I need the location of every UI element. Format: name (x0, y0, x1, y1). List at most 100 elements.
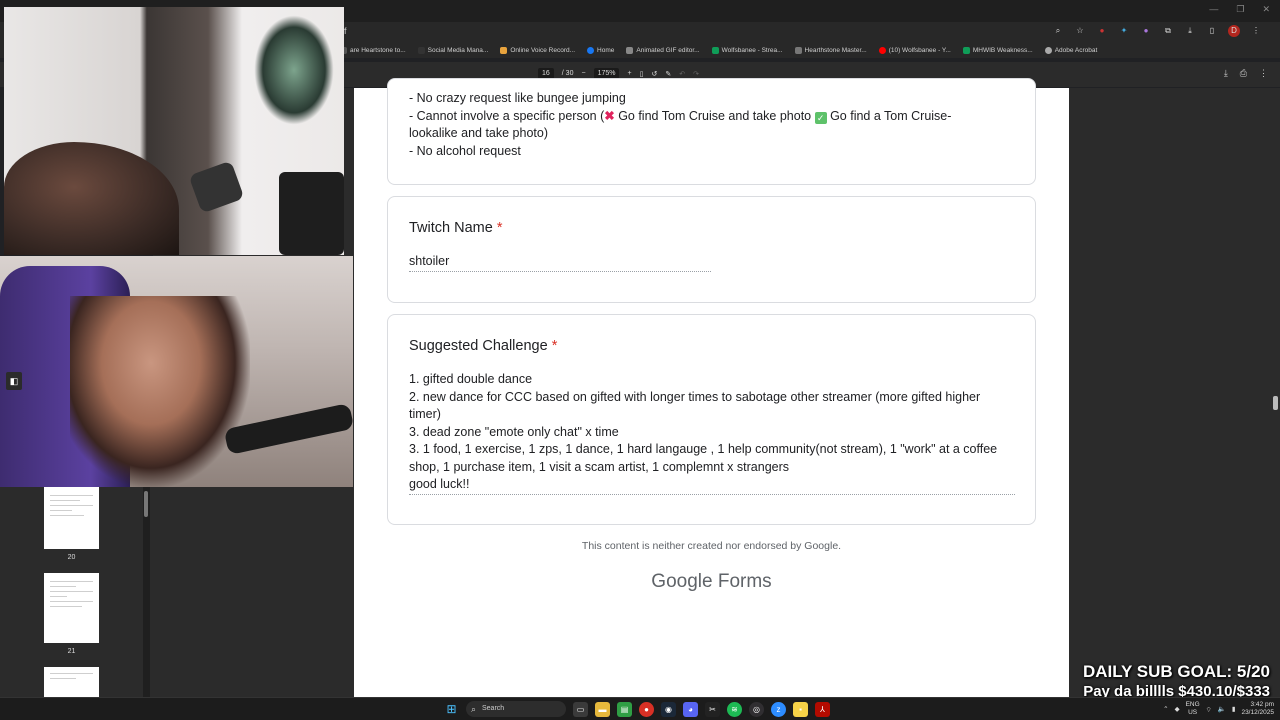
scrollbar-thumb[interactable] (144, 491, 148, 517)
bookmark-item[interactable]: (10) Wolfsbanee - Y... (878, 46, 951, 54)
bookmark-favicon-icon (417, 46, 425, 54)
undo-icon[interactable]: ↶ (679, 70, 685, 78)
puzzle-icon[interactable]: ⧉ (1162, 25, 1174, 37)
page-thumbnail[interactable] (44, 667, 99, 697)
obs-icon[interactable]: ◎ (749, 701, 764, 717)
rotate-icon[interactable]: ↺ (651, 70, 657, 78)
bookmark-favicon-icon (500, 46, 508, 54)
bookmark-label: Online Voice Record... (510, 46, 576, 54)
taskbar-apps: ⊞ Search ▭ ▬ ▤ ● ◉ ◕ ✂ ≋ ◎ z ▪ ⅄ (444, 701, 830, 717)
clock[interactable]: 3:42 pm 23/12/2025 (1241, 701, 1274, 717)
chrome-icon[interactable]: ● (639, 701, 654, 717)
menu-icon[interactable]: ⋮ (1250, 25, 1262, 37)
annotate-icon[interactable]: ✎ (665, 70, 671, 78)
tray-app-icon[interactable]: ◆ (1175, 705, 1180, 713)
download-icon[interactable]: ⤓ (1184, 25, 1196, 37)
google-forms-logo[interactable]: Google Forms (354, 571, 1069, 593)
language-indicator[interactable]: ENG US (1186, 701, 1200, 717)
page-total: / 30 (561, 70, 574, 77)
extension-icon[interactable]: ✦ (1118, 25, 1130, 37)
pdf-page: - No crazy request like bungee jumping -… (354, 78, 1069, 697)
rule-text: Go find a Tom Cruise- (826, 108, 952, 123)
answer-underline (409, 271, 711, 272)
document-scrollbar[interactable] (1271, 88, 1280, 697)
question-title: Twitch Name * (409, 220, 503, 236)
bookmark-item[interactable]: Adobe Acrobat (1044, 46, 1098, 54)
toolbar-icons: ⌕ ☆ ● ✦ ● ⧉ ⤓ ▯ D ⋮ (1052, 25, 1262, 37)
star-icon[interactable]: ☆ (1074, 25, 1086, 37)
page-thumbnail[interactable] (44, 487, 99, 549)
close-icon[interactable]: ✕ (1262, 4, 1270, 15)
extension-icon[interactable]: ● (1140, 25, 1152, 37)
brand-forms: Forms (717, 571, 772, 592)
avatar[interactable]: D (1228, 25, 1240, 37)
bookmark-item[interactable]: Hearthstone Master... (794, 46, 867, 54)
sheets-icon (962, 46, 970, 54)
bookmark-item[interactable]: Animated GIF editor... (626, 46, 700, 54)
question-label: Suggested Challenge (409, 338, 548, 354)
spotify-icon[interactable]: ≋ (727, 701, 742, 717)
window-controls: — ❐ ✕ (1209, 4, 1270, 15)
zoom-app-icon[interactable]: z (771, 701, 786, 717)
fit-page-icon[interactable]: ▯ (640, 70, 644, 78)
bookmark-label: Adobe Acrobat (1054, 46, 1098, 54)
extension-icon[interactable]: ● (1096, 25, 1108, 37)
more-options-icon[interactable]: ⋮ (1259, 68, 1268, 79)
answer-underline (409, 494, 1015, 495)
taskbar-search[interactable]: Search (466, 701, 566, 717)
page-thumbnail[interactable] (44, 573, 99, 643)
file-explorer-icon[interactable]: ▬ (595, 701, 610, 717)
volume-icon[interactable]: 🔈 (1218, 705, 1226, 713)
zoom-icon[interactable]: ⌕ (1052, 25, 1064, 37)
google-disclaimer: This content is neither created nor endo… (581, 540, 842, 552)
sticky-notes-icon[interactable]: ▪ (793, 701, 808, 717)
zoom-in-icon[interactable]: + (627, 70, 631, 77)
app-icon[interactable]: ▤ (617, 701, 632, 717)
windows-start-icon[interactable]: ⊞ (444, 702, 459, 717)
thumbnail-content (50, 491, 93, 516)
discord-icon[interactable]: ◕ (683, 701, 698, 717)
acrobat-icon[interactable]: ⅄ (815, 701, 830, 717)
task-view-icon[interactable]: ▭ (573, 701, 588, 717)
bookmark-favicon-icon (794, 46, 802, 54)
thumbnail-sidebar: 20 21 (0, 487, 153, 697)
scrollbar-thumb[interactable] (1273, 396, 1278, 410)
answer-line: 3. dead zone "emote only chat" x time (409, 424, 619, 439)
wifi-icon[interactable]: ⌔ (1206, 705, 1212, 714)
capcut-icon[interactable]: ✂ (705, 701, 720, 717)
zoom-out-icon[interactable]: − (581, 70, 585, 77)
battery-icon[interactable]: ▮ (1232, 705, 1236, 713)
bookmark-item[interactable]: MHWIB Weakness... (962, 46, 1033, 54)
bookmark-label: are Heartstone to... (350, 46, 406, 54)
download-icon[interactable]: ⤓ (1224, 68, 1228, 79)
bookmark-item[interactable]: are Heartstone to... (340, 46, 406, 54)
taskbar: ⊞ Search ▭ ▬ ▤ ● ◉ ◕ ✂ ≋ ◎ z ▪ ⅄ ⌃ ◆ ENG… (0, 697, 1280, 720)
url-text[interactable]: f (344, 26, 347, 36)
minimize-icon[interactable]: — (1209, 4, 1218, 15)
twitch-name-answer: shtoiler (409, 254, 450, 268)
steam-icon[interactable]: ◉ (661, 701, 676, 717)
bookmark-label: Social Media Mana... (427, 46, 489, 54)
bookmark-item[interactable]: Social Media Mana... (417, 46, 489, 54)
sheets-icon (711, 46, 719, 54)
pdf-actions: ⤓ ⎙ ⋮ (1224, 68, 1268, 79)
sub-goal-overlay: DAILY SUB GOAL: 5/20 (1082, 662, 1270, 681)
print-icon[interactable]: ⎙ (1240, 68, 1247, 79)
tray-chevron-icon[interactable]: ⌃ (1163, 705, 1168, 713)
restore-icon[interactable]: ❐ (1236, 4, 1244, 15)
microphone (188, 160, 245, 214)
answer-line: shop, 1 purchase item, 1 visit a scam ar… (409, 459, 790, 474)
redo-icon[interactable]: ↷ (693, 70, 699, 78)
twitch-name-card: Twitch Name * shtoiler (387, 196, 1036, 303)
question-label: Twitch Name (409, 220, 493, 236)
bookmark-item[interactable]: Home (587, 46, 614, 54)
bookmark-label: Hearthstone Master... (804, 46, 867, 54)
sidepanel-icon[interactable]: ▯ (1206, 25, 1218, 37)
bookmark-item[interactable]: Online Voice Record... (500, 46, 576, 54)
bookmark-item[interactable]: Wolfsbanee - Strea... (711, 46, 783, 54)
bookmark-label: MHWIB Weakness... (972, 46, 1033, 54)
thumbnail-page-number: 21 (67, 648, 76, 655)
brand-google: Google (651, 571, 713, 592)
cross-mark-icon: ✖ (604, 108, 615, 123)
sidebar-scrollbar[interactable] (143, 487, 150, 697)
